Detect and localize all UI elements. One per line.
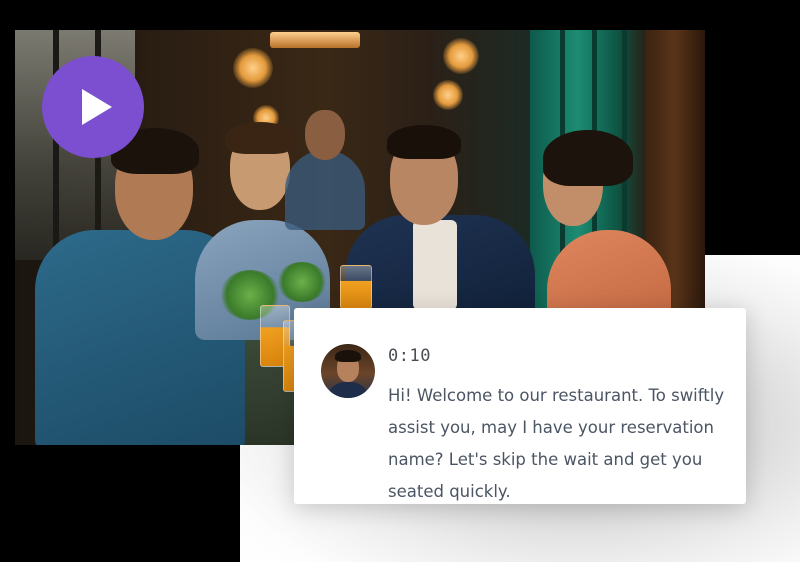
transcript-timestamp: 0:10 (388, 346, 431, 366)
stage: 0:10 Hi! Welcome to our restaurant. To s… (0, 0, 800, 562)
play-button[interactable] (42, 56, 144, 158)
lamp (233, 48, 273, 88)
salad (277, 262, 327, 302)
juice-glass (340, 265, 372, 309)
lamp (443, 38, 479, 74)
ceiling-lamp (270, 32, 360, 48)
play-icon (82, 89, 112, 125)
transcript-card: 0:10 Hi! Welcome to our restaurant. To s… (294, 308, 746, 504)
transcript-message: Hi! Welcome to our restaurant. To swiftl… (388, 386, 725, 501)
lamp (433, 80, 463, 110)
speaker-avatar (321, 344, 375, 398)
